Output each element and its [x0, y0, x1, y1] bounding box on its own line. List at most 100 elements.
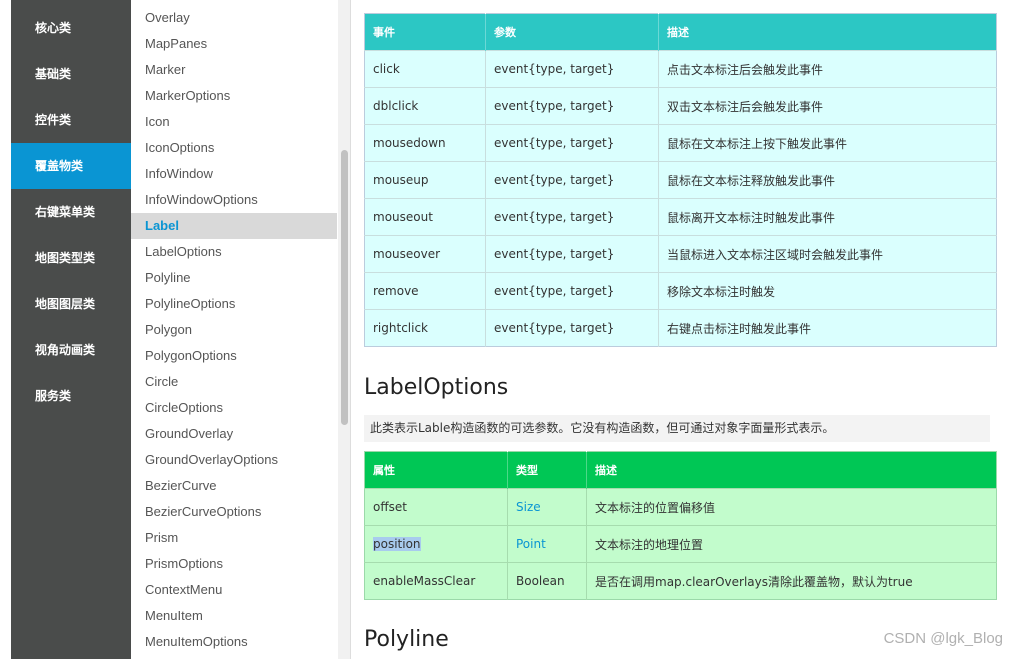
category-item[interactable]: 核心类 — [11, 5, 131, 51]
option-name: position — [373, 537, 421, 551]
event-params-cell: event{type, target} — [485, 87, 659, 125]
class-list-item[interactable]: Circle — [131, 369, 337, 395]
class-list-item[interactable]: IconOptions — [131, 135, 337, 161]
event-row: mouseout event{type, target} 鼠标离开文本标注时触发此事… — [364, 198, 997, 236]
class-list-item[interactable]: PolygonOptions — [131, 343, 337, 369]
event-desc-cell: 当鼠标进入文本标注区域时会触发此事件 — [658, 235, 997, 273]
watermark: CSDN @lgk_Blog — [883, 630, 1003, 647]
class-list-item[interactable]: Icon — [131, 109, 337, 135]
class-list-item[interactable]: MarkerOptions — [131, 83, 337, 109]
event-row: click event{type, target} 点击文本标注后会触发此事件 — [364, 50, 997, 88]
class-list-item[interactable]: PolylineOptions — [131, 291, 337, 317]
event-params-cell: event{type, target} — [485, 161, 659, 199]
option-desc-cell: 是否在调用map.clearOverlays清除此覆盖物，默认为true — [586, 562, 997, 600]
event-name-cell: mouseout — [364, 198, 486, 236]
category-item[interactable]: 服务类 — [11, 373, 131, 419]
class-list-item[interactable]: CircleOptions — [131, 395, 337, 421]
category-sidebar: 核心类 基础类 控件类 覆盖物类 右键菜单类 地图类型类 地图图层类 视角动画类 服务类 — [11, 0, 131, 659]
option-type-cell: Size — [507, 488, 587, 526]
event-row: mouseover event{type, target} 当鼠标进入文本标注区域时… — [364, 235, 997, 273]
option-row: enableMassClear Boolean 是否在调用map.clearOver… — [364, 562, 997, 600]
category-item[interactable]: 地图图层类 — [11, 281, 131, 327]
event-name-cell: mousedown — [364, 124, 486, 162]
event-name-cell: mouseover — [364, 235, 486, 273]
event-name-cell: dblclick — [364, 87, 486, 125]
class-list-item[interactable]: Label — [131, 213, 337, 239]
event-desc-cell: 移除文本标注时触发 — [658, 272, 997, 310]
option-row: offset Size 文本标注的位置偏移值 — [364, 488, 997, 526]
label-options-description: 此类表示Lable构造函数的可选参数。它没有构造函数，但可通过对象字面量形式表示… — [364, 415, 990, 442]
category-item[interactable]: 地图类型类 — [11, 235, 131, 281]
class-list-item[interactable]: Marker — [131, 57, 337, 83]
option-name: offset — [373, 500, 407, 514]
option-name-cell: offset — [364, 488, 508, 526]
class-list-item[interactable]: BezierCurve — [131, 473, 337, 499]
event-row: rightclick event{type, target} 右键点击标注时触发此事… — [364, 309, 997, 347]
category-item[interactable]: 控件类 — [11, 97, 131, 143]
category-item[interactable]: 右键菜单类 — [11, 189, 131, 235]
class-list-item[interactable]: Polygon — [131, 317, 337, 343]
header-type: 类型 — [507, 451, 587, 489]
event-name-cell: mouseup — [364, 161, 486, 199]
category-list: 核心类 基础类 控件类 覆盖物类 右键菜单类 地图类型类 地图图层类 视角动画类 服务类 — [11, 0, 131, 419]
class-list-panel: Overlay MapPanes Marker MarkerOptions Icon Ic… — [131, 0, 337, 659]
options-header-row: 属性 类型 描述 — [364, 451, 997, 489]
header-params: 参数 — [485, 13, 659, 51]
category-item[interactable]: 覆盖物类 — [11, 143, 131, 189]
option-name-cell: enableMassClear — [364, 562, 508, 600]
option-desc-cell: 文本标注的位置偏移值 — [586, 488, 997, 526]
header-desc: 描述 — [658, 13, 997, 51]
event-name-cell: click — [364, 50, 486, 88]
class-list-item[interactable]: MenuItemOptions — [131, 629, 337, 655]
event-params-cell: event{type, target} — [485, 272, 659, 310]
polyline-heading: Polyline — [364, 627, 449, 652]
option-type: Boolean — [516, 574, 565, 588]
class-list-scrollbar[interactable] — [338, 0, 351, 659]
option-row: position Point 文本标注的地理位置 — [364, 525, 997, 563]
event-params-cell: event{type, target} — [485, 309, 659, 347]
event-desc-cell: 鼠标离开文本标注时触发此事件 — [658, 198, 997, 236]
event-desc-cell: 双击文本标注后会触发此事件 — [658, 87, 997, 125]
class-list-item[interactable]: GroundOverlayOptions — [131, 447, 337, 473]
event-row: dblclick event{type, target} 双击文本标注后会触发此事件 — [364, 87, 997, 125]
event-params-cell: event{type, target} — [485, 235, 659, 273]
event-params-cell: event{type, target} — [485, 50, 659, 88]
label-options-table: 属性 类型 描述 offset Size 文本标注的位置偏移值 position Poi… — [364, 451, 997, 600]
scrollbar-thumb[interactable] — [341, 150, 348, 425]
class-list-item[interactable]: MapPanes — [131, 31, 337, 57]
class-list-item[interactable]: MenuItem — [131, 603, 337, 629]
option-name: enableMassClear — [373, 574, 476, 588]
category-item[interactable]: 视角动画类 — [11, 327, 131, 373]
event-params-cell: event{type, target} — [485, 198, 659, 236]
header-desc: 描述 — [586, 451, 997, 489]
events-header-row: 事件 参数 描述 — [364, 13, 997, 51]
event-row: remove event{type, target} 移除文本标注时触发 — [364, 272, 997, 310]
event-params-cell: event{type, target} — [485, 124, 659, 162]
category-item[interactable]: 基础类 — [11, 51, 131, 97]
header-event: 事件 — [364, 13, 486, 51]
class-list-item[interactable]: Polyline — [131, 265, 337, 291]
event-desc-cell: 鼠标在文本标注释放触发此事件 — [658, 161, 997, 199]
class-list-item[interactable]: Prism — [131, 525, 337, 551]
main-content: 事件 参数 描述 click event{type, target} 点击文本标注后… — [351, 0, 1019, 659]
event-desc-cell: 右键点击标注时触发此事件 — [658, 309, 997, 347]
option-type-link[interactable]: Point — [516, 537, 546, 551]
class-list-item[interactable]: InfoWindow — [131, 161, 337, 187]
event-name-cell: remove — [364, 272, 486, 310]
option-type-link[interactable]: Size — [516, 500, 541, 514]
class-list-item[interactable]: GroundOverlay — [131, 421, 337, 447]
class-list-item[interactable]: LabelOptions — [131, 239, 337, 265]
option-type-cell: Point — [507, 525, 587, 563]
class-list: Overlay MapPanes Marker MarkerOptions Icon Ic… — [131, 5, 337, 655]
class-list-item[interactable]: InfoWindowOptions — [131, 187, 337, 213]
event-desc-cell: 鼠标在文本标注上按下触发此事件 — [658, 124, 997, 162]
option-name-cell: position — [364, 525, 508, 563]
class-list-item[interactable]: Overlay — [131, 5, 337, 31]
class-list-item[interactable]: ContextMenu — [131, 577, 337, 603]
event-name-cell: rightclick — [364, 309, 486, 347]
class-list-item[interactable]: PrismOptions — [131, 551, 337, 577]
event-desc-cell: 点击文本标注后会触发此事件 — [658, 50, 997, 88]
event-row: mouseup event{type, target} 鼠标在文本标注释放触发此事件 — [364, 161, 997, 199]
option-desc-cell: 文本标注的地理位置 — [586, 525, 997, 563]
class-list-item[interactable]: BezierCurveOptions — [131, 499, 337, 525]
